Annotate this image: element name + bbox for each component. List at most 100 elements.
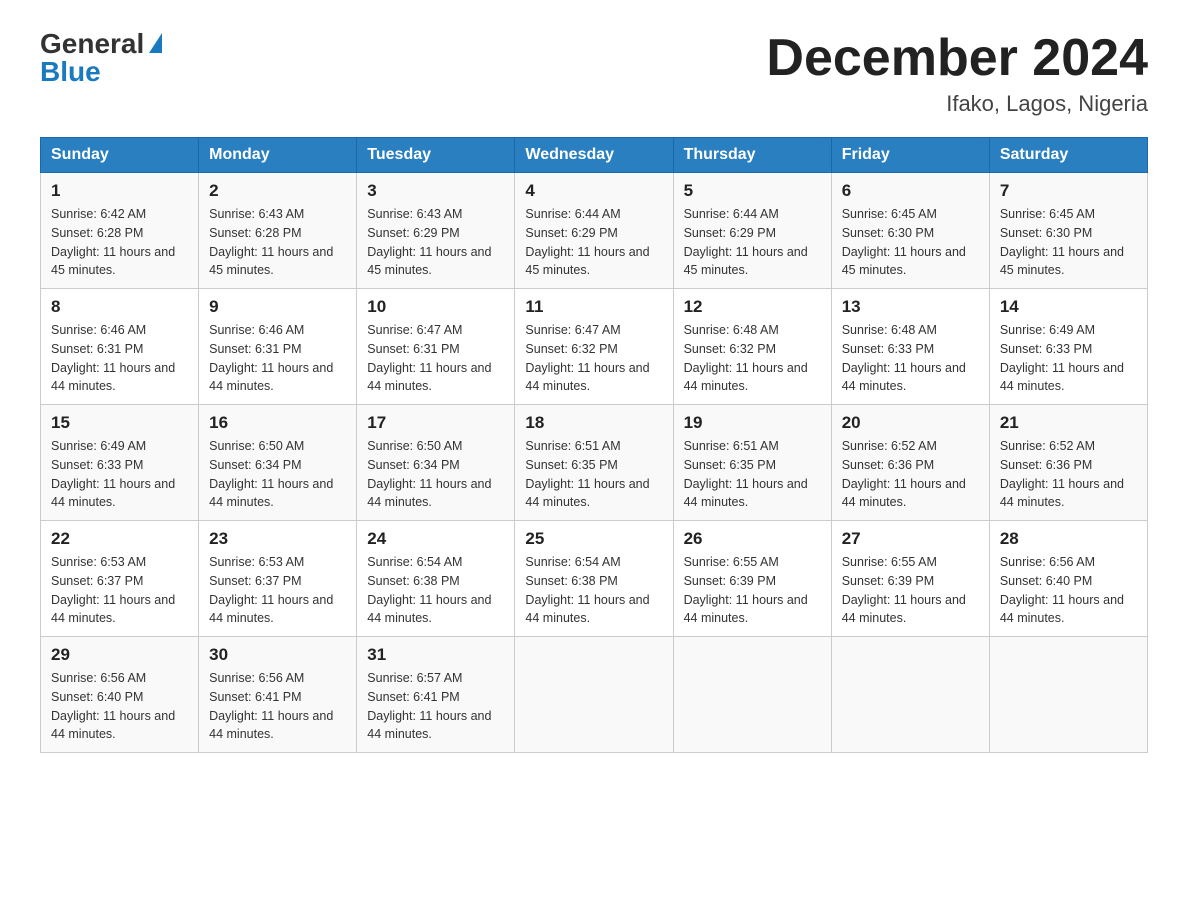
- day-info: Sunrise: 6:51 AMSunset: 6:35 PMDaylight:…: [525, 437, 662, 512]
- day-cell-13: 13 Sunrise: 6:48 AMSunset: 6:33 PMDayligh…: [831, 289, 989, 405]
- day-number: 26: [684, 529, 821, 549]
- day-cell-8: 8 Sunrise: 6:46 AMSunset: 6:31 PMDaylight…: [41, 289, 199, 405]
- day-cell-25: 25 Sunrise: 6:54 AMSunset: 6:38 PMDayligh…: [515, 521, 673, 637]
- calendar-table: Sunday Monday Tuesday Wednesday Thursday…: [40, 137, 1148, 753]
- day-info: Sunrise: 6:48 AMSunset: 6:33 PMDaylight:…: [842, 321, 979, 396]
- day-number: 16: [209, 413, 346, 433]
- day-cell-10: 10 Sunrise: 6:47 AMSunset: 6:31 PMDayligh…: [357, 289, 515, 405]
- day-number: 12: [684, 297, 821, 317]
- day-cell-7: 7Sunrise: 6:45 AMSunset: 6:30 PMDaylight…: [989, 173, 1147, 289]
- day-number: 2: [209, 181, 346, 201]
- empty-cell: [673, 637, 831, 753]
- day-info: Sunrise: 6:56 AMSunset: 6:41 PMDaylight:…: [209, 669, 346, 744]
- day-info: Sunrise: 6:50 AMSunset: 6:34 PMDaylight:…: [367, 437, 504, 512]
- day-info: Sunrise: 6:51 AMSunset: 6:35 PMDaylight:…: [684, 437, 821, 512]
- day-info: Sunrise: 6:47 AMSunset: 6:31 PMDaylight:…: [367, 321, 504, 396]
- day-info: Sunrise: 6:50 AMSunset: 6:34 PMDaylight:…: [209, 437, 346, 512]
- day-info: Sunrise: 6:52 AMSunset: 6:36 PMDaylight:…: [842, 437, 979, 512]
- day-cell-31: 31Sunrise: 6:57 AMSunset: 6:41 PMDayligh…: [357, 637, 515, 753]
- day-number: 13: [842, 297, 979, 317]
- day-cell-17: 17 Sunrise: 6:50 AMSunset: 6:34 PMDayligh…: [357, 405, 515, 521]
- day-info: Sunrise: 6:45 AMSunset: 6:30 PMDaylight:…: [1000, 205, 1137, 280]
- empty-cell: [831, 637, 989, 753]
- day-info: Sunrise: 6:42 AMSunset: 6:28 PMDaylight:…: [51, 205, 188, 280]
- day-info: Sunrise: 6:43 AMSunset: 6:28 PMDaylight:…: [209, 205, 346, 280]
- day-number: 14: [1000, 297, 1137, 317]
- title-block: December 2024 Ifako, Lagos, Nigeria: [766, 30, 1148, 117]
- day-number: 30: [209, 645, 346, 665]
- day-number: 22: [51, 529, 188, 549]
- logo: General Blue: [40, 30, 162, 86]
- day-info: Sunrise: 6:46 AMSunset: 6:31 PMDaylight:…: [51, 321, 188, 396]
- day-info: Sunrise: 6:56 AMSunset: 6:40 PMDaylight:…: [1000, 553, 1137, 628]
- day-cell-1: 1Sunrise: 6:42 AMSunset: 6:28 PMDaylight…: [41, 173, 199, 289]
- day-number: 9: [209, 297, 346, 317]
- day-number: 21: [1000, 413, 1137, 433]
- empty-cell: [989, 637, 1147, 753]
- day-cell-6: 6Sunrise: 6:45 AMSunset: 6:30 PMDaylight…: [831, 173, 989, 289]
- day-number: 8: [51, 297, 188, 317]
- day-cell-16: 16 Sunrise: 6:50 AMSunset: 6:34 PMDayligh…: [199, 405, 357, 521]
- day-number: 11: [525, 297, 662, 317]
- day-cell-14: 14 Sunrise: 6:49 AMSunset: 6:33 PMDayligh…: [989, 289, 1147, 405]
- day-cell-28: 28Sunrise: 6:56 AMSunset: 6:40 PMDayligh…: [989, 521, 1147, 637]
- day-cell-18: 18 Sunrise: 6:51 AMSunset: 6:35 PMDayligh…: [515, 405, 673, 521]
- day-number: 29: [51, 645, 188, 665]
- day-info: Sunrise: 6:44 AMSunset: 6:29 PMDaylight:…: [684, 205, 821, 280]
- day-cell-20: 20Sunrise: 6:52 AMSunset: 6:36 PMDayligh…: [831, 405, 989, 521]
- day-cell-29: 29Sunrise: 6:56 AMSunset: 6:40 PMDayligh…: [41, 637, 199, 753]
- day-info: Sunrise: 6:49 AMSunset: 6:33 PMDaylight:…: [51, 437, 188, 512]
- calendar-week-2: 8 Sunrise: 6:46 AMSunset: 6:31 PMDaylight…: [41, 289, 1148, 405]
- day-cell-24: 24 Sunrise: 6:54 AMSunset: 6:38 PMDayligh…: [357, 521, 515, 637]
- day-number: 23: [209, 529, 346, 549]
- header-friday: Friday: [831, 138, 989, 173]
- day-info: Sunrise: 6:54 AMSunset: 6:38 PMDaylight:…: [525, 553, 662, 628]
- day-number: 3: [367, 181, 504, 201]
- day-cell-2: 2 Sunrise: 6:43 AMSunset: 6:28 PMDaylight…: [199, 173, 357, 289]
- day-number: 18: [525, 413, 662, 433]
- header-sunday: Sunday: [41, 138, 199, 173]
- empty-cell: [515, 637, 673, 753]
- day-info: Sunrise: 6:43 AMSunset: 6:29 PMDaylight:…: [367, 205, 504, 280]
- day-cell-21: 21 Sunrise: 6:52 AMSunset: 6:36 PMDayligh…: [989, 405, 1147, 521]
- day-info: Sunrise: 6:44 AMSunset: 6:29 PMDaylight:…: [525, 205, 662, 280]
- header-wednesday: Wednesday: [515, 138, 673, 173]
- day-number: 10: [367, 297, 504, 317]
- day-info: Sunrise: 6:45 AMSunset: 6:30 PMDaylight:…: [842, 205, 979, 280]
- day-info: Sunrise: 6:47 AMSunset: 6:32 PMDaylight:…: [525, 321, 662, 396]
- calendar-week-3: 15 Sunrise: 6:49 AMSunset: 6:33 PMDayligh…: [41, 405, 1148, 521]
- day-cell-12: 12Sunrise: 6:48 AMSunset: 6:32 PMDayligh…: [673, 289, 831, 405]
- day-info: Sunrise: 6:53 AMSunset: 6:37 PMDaylight:…: [51, 553, 188, 628]
- day-cell-27: 27Sunrise: 6:55 AMSunset: 6:39 PMDayligh…: [831, 521, 989, 637]
- day-cell-11: 11 Sunrise: 6:47 AMSunset: 6:32 PMDayligh…: [515, 289, 673, 405]
- day-info: Sunrise: 6:55 AMSunset: 6:39 PMDaylight:…: [684, 553, 821, 628]
- day-info: Sunrise: 6:46 AMSunset: 6:31 PMDaylight:…: [209, 321, 346, 396]
- day-info: Sunrise: 6:52 AMSunset: 6:36 PMDaylight:…: [1000, 437, 1137, 512]
- day-cell-3: 3 Sunrise: 6:43 AMSunset: 6:29 PMDaylight…: [357, 173, 515, 289]
- header-saturday: Saturday: [989, 138, 1147, 173]
- day-number: 24: [367, 529, 504, 549]
- day-number: 27: [842, 529, 979, 549]
- day-number: 19: [684, 413, 821, 433]
- calendar-week-1: 1Sunrise: 6:42 AMSunset: 6:28 PMDaylight…: [41, 173, 1148, 289]
- logo-blue-text: Blue: [40, 58, 101, 86]
- day-number: 15: [51, 413, 188, 433]
- page-header: General Blue December 2024 Ifako, Lagos,…: [40, 30, 1148, 117]
- day-number: 17: [367, 413, 504, 433]
- header-row: Sunday Monday Tuesday Wednesday Thursday…: [41, 138, 1148, 173]
- day-cell-23: 23 Sunrise: 6:53 AMSunset: 6:37 PMDayligh…: [199, 521, 357, 637]
- day-number: 25: [525, 529, 662, 549]
- day-cell-5: 5Sunrise: 6:44 AMSunset: 6:29 PMDaylight…: [673, 173, 831, 289]
- header-monday: Monday: [199, 138, 357, 173]
- day-number: 31: [367, 645, 504, 665]
- day-cell-9: 9 Sunrise: 6:46 AMSunset: 6:31 PMDaylight…: [199, 289, 357, 405]
- header-thursday: Thursday: [673, 138, 831, 173]
- day-cell-22: 22 Sunrise: 6:53 AMSunset: 6:37 PMDayligh…: [41, 521, 199, 637]
- calendar-week-4: 22 Sunrise: 6:53 AMSunset: 6:37 PMDayligh…: [41, 521, 1148, 637]
- day-info: Sunrise: 6:53 AMSunset: 6:37 PMDaylight:…: [209, 553, 346, 628]
- day-info: Sunrise: 6:49 AMSunset: 6:33 PMDaylight:…: [1000, 321, 1137, 396]
- header-tuesday: Tuesday: [357, 138, 515, 173]
- month-title: December 2024: [766, 30, 1148, 87]
- day-cell-4: 4Sunrise: 6:44 AMSunset: 6:29 PMDaylight…: [515, 173, 673, 289]
- day-info: Sunrise: 6:54 AMSunset: 6:38 PMDaylight:…: [367, 553, 504, 628]
